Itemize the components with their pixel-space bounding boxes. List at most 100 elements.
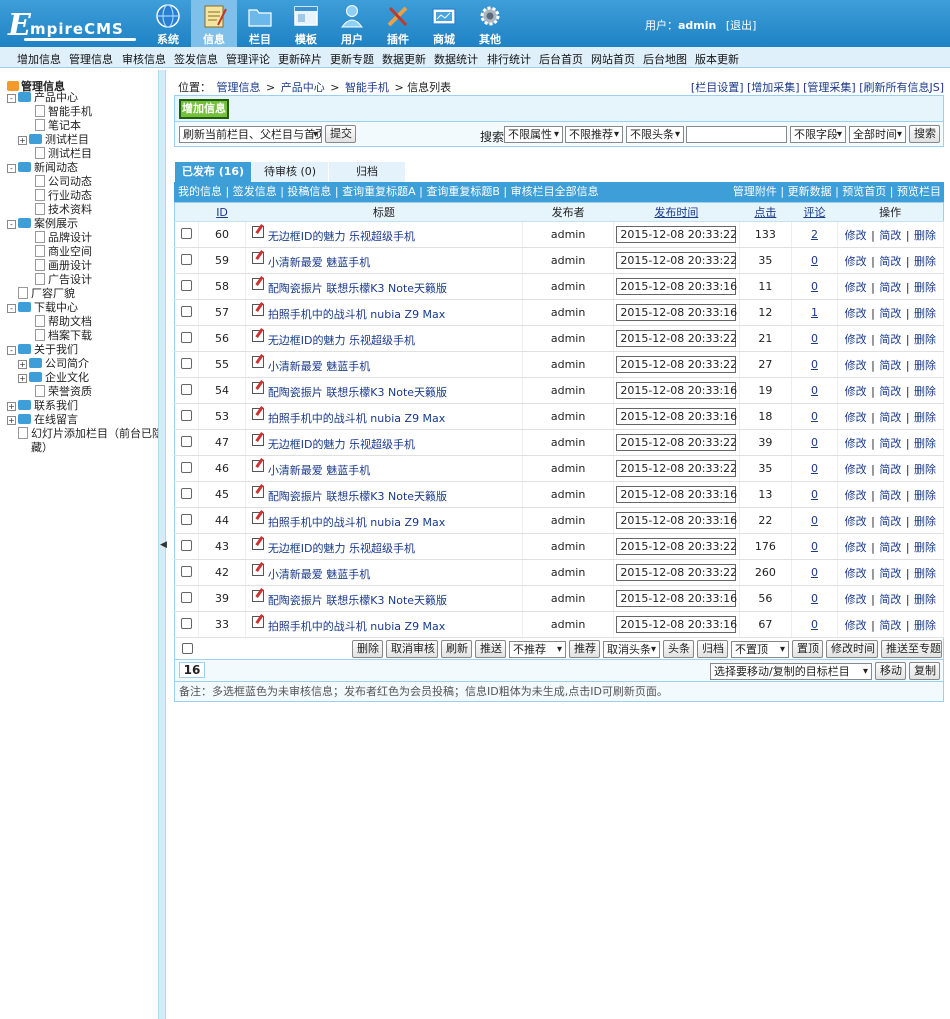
breadcrumb-product-center[interactable]: 产品中心 <box>281 81 325 94</box>
delete-link[interactable]: 删除 <box>914 567 936 580</box>
logout-link[interactable]: [退出] <box>726 19 757 32</box>
row-checkbox[interactable] <box>181 591 193 603</box>
row-checkbox[interactable] <box>181 305 193 317</box>
row-comments[interactable]: 0 <box>811 436 818 449</box>
row-title[interactable]: 配陶瓷振片 联想乐檬K3 Note天籁版 <box>268 282 447 295</box>
delete-link[interactable]: 删除 <box>914 307 936 320</box>
row-time-input[interactable]: 2015-12-08 20:33:22 <box>616 330 737 347</box>
search-input[interactable] <box>686 126 787 143</box>
time-select[interactable]: 全部时间 <box>849 126 906 143</box>
row-checkbox[interactable] <box>181 487 193 499</box>
row-time-input[interactable]: 2015-12-08 20:33:22 <box>616 434 737 451</box>
tree-node[interactable]: + 联系我们 <box>7 399 78 413</box>
row-title[interactable]: 拍照手机中的战斗机 nubia Z9 Max <box>268 516 446 529</box>
row-title[interactable]: 无边框ID的魅力 乐视超级手机 <box>268 542 415 555</box>
tree-node[interactable]: + 在线留言 <box>7 413 78 427</box>
row-comments[interactable]: 0 <box>811 540 818 553</box>
edit-link[interactable]: 修改 <box>845 281 867 294</box>
sidebar-splitter[interactable]: ◀ <box>158 70 167 1019</box>
row-time-input[interactable]: 2015-12-08 20:33:22 <box>616 538 737 555</box>
edit-link[interactable]: 修改 <box>845 619 867 632</box>
quick-edit-link[interactable]: 简改 <box>879 255 901 268</box>
delete-link[interactable]: 删除 <box>914 281 936 294</box>
submenu-item[interactable]: 数据更新 <box>382 51 426 67</box>
row-time-input[interactable]: 2015-12-08 20:33:16 <box>616 408 737 425</box>
column-settings-link[interactable]: [栏目设置] <box>691 81 744 94</box>
toolbar-link[interactable]: 预览首页 <box>842 185 886 198</box>
add-info-button[interactable]: 增加信息 <box>179 99 229 119</box>
row-time-input[interactable]: 2015-12-08 20:33:22 <box>616 356 737 373</box>
recommend-level-select[interactable]: 不推荐 <box>509 641 566 658</box>
archive-button[interactable]: 归档 <box>697 640 728 658</box>
edit-link[interactable]: 修改 <box>845 541 867 554</box>
target-column-select[interactable]: 选择要移动/复制的目标栏目 <box>710 663 872 680</box>
quick-edit-link[interactable]: 简改 <box>879 567 901 580</box>
header-id[interactable]: ID <box>198 202 246 222</box>
nav-notepad[interactable]: 信息 <box>191 0 237 47</box>
submenu-item[interactable]: 签发信息 <box>174 51 218 67</box>
nav-globe[interactable]: 系统 <box>145 0 191 47</box>
row-title[interactable]: 拍照手机中的战斗机 nubia Z9 Max <box>268 308 446 321</box>
modify-time-button[interactable]: 修改时间 <box>826 640 878 658</box>
toolbar-link[interactable]: 投稿信息 <box>287 185 331 198</box>
push-button[interactable]: 推送 <box>475 640 506 658</box>
tree-node[interactable]: 荣誉资质 <box>35 385 92 399</box>
row-title[interactable]: 配陶瓷振片 联想乐檬K3 Note天籁版 <box>268 594 447 607</box>
tree-node[interactable]: - 关于我们 <box>7 343 78 357</box>
delete-link[interactable]: 删除 <box>914 515 936 528</box>
expand-toggle-icon[interactable]: + <box>18 374 27 383</box>
quick-edit-link[interactable]: 简改 <box>879 437 901 450</box>
row-comments[interactable]: 0 <box>811 618 818 631</box>
tab-published[interactable]: 已发布 (16) <box>175 162 251 182</box>
row-checkbox[interactable] <box>181 357 193 369</box>
field-select[interactable]: 不限字段 <box>790 126 846 143</box>
expand-toggle-icon[interactable]: + <box>18 360 27 369</box>
manage-collect-link[interactable]: [管理采集] <box>803 81 856 94</box>
select-all-checkbox[interactable] <box>182 643 193 654</box>
toolbar-link[interactable]: 管理附件 <box>733 185 777 198</box>
edit-link[interactable]: 修改 <box>845 229 867 242</box>
tree-node[interactable]: 帮助文档 <box>35 315 92 329</box>
row-time-input[interactable]: 2015-12-08 20:33:16 <box>616 512 737 529</box>
tree-node[interactable]: + 公司简介 <box>18 357 89 371</box>
row-title[interactable]: 配陶瓷振片 联想乐檬K3 Note天籁版 <box>268 490 447 503</box>
tree-node[interactable]: 公司动态 <box>35 175 92 189</box>
row-id[interactable]: 46 <box>198 455 246 482</box>
expand-toggle-icon[interactable]: - <box>7 220 16 229</box>
submenu-item[interactable]: 数据统计 <box>434 51 478 67</box>
submenu-item[interactable]: 增加信息 <box>17 51 61 67</box>
row-id[interactable]: 60 <box>198 221 246 248</box>
edit-link[interactable]: 修改 <box>845 437 867 450</box>
tree-node[interactable]: 广告设计 <box>35 273 92 287</box>
row-comments[interactable]: 0 <box>811 592 818 605</box>
refresh-button[interactable]: 刷新 <box>441 640 472 658</box>
row-id[interactable]: 33 <box>198 611 246 638</box>
tree-node[interactable]: 厂容厂貌 <box>18 287 75 301</box>
row-comments[interactable]: 0 <box>811 332 818 345</box>
submenu-item[interactable]: 管理评论 <box>226 51 270 67</box>
row-comments[interactable]: 1 <box>811 306 818 319</box>
edit-link[interactable]: 修改 <box>845 359 867 372</box>
header-comments[interactable]: 评论 <box>791 202 838 222</box>
delete-link[interactable]: 删除 <box>914 541 936 554</box>
tree-node[interactable]: 品牌设计 <box>35 231 92 245</box>
row-title[interactable]: 无边框ID的魅力 乐视超级手机 <box>268 334 415 347</box>
quick-edit-link[interactable]: 简改 <box>879 463 901 476</box>
edit-link[interactable]: 修改 <box>845 515 867 528</box>
row-id[interactable]: 55 <box>198 351 246 378</box>
delete-button[interactable]: 删除 <box>352 640 383 658</box>
row-id[interactable]: 39 <box>198 585 246 612</box>
edit-link[interactable]: 修改 <box>845 255 867 268</box>
row-time-input[interactable]: 2015-12-08 20:33:16 <box>616 382 737 399</box>
delete-link[interactable]: 删除 <box>914 489 936 502</box>
headline-button[interactable]: 头条 <box>663 640 694 658</box>
recommend-button[interactable]: 推荐 <box>569 640 600 658</box>
row-checkbox[interactable] <box>181 435 193 447</box>
top-level-select[interactable]: 不置顶 <box>731 641 789 658</box>
row-comments[interactable]: 2 <box>811 228 818 241</box>
headline-select[interactable]: 不限头条 <box>626 126 684 143</box>
row-time-input[interactable]: 2015-12-08 20:33:16 <box>616 486 737 503</box>
row-checkbox[interactable] <box>181 617 193 629</box>
header-time[interactable]: 发布时间 <box>613 202 740 222</box>
expand-toggle-icon[interactable]: + <box>18 136 27 145</box>
